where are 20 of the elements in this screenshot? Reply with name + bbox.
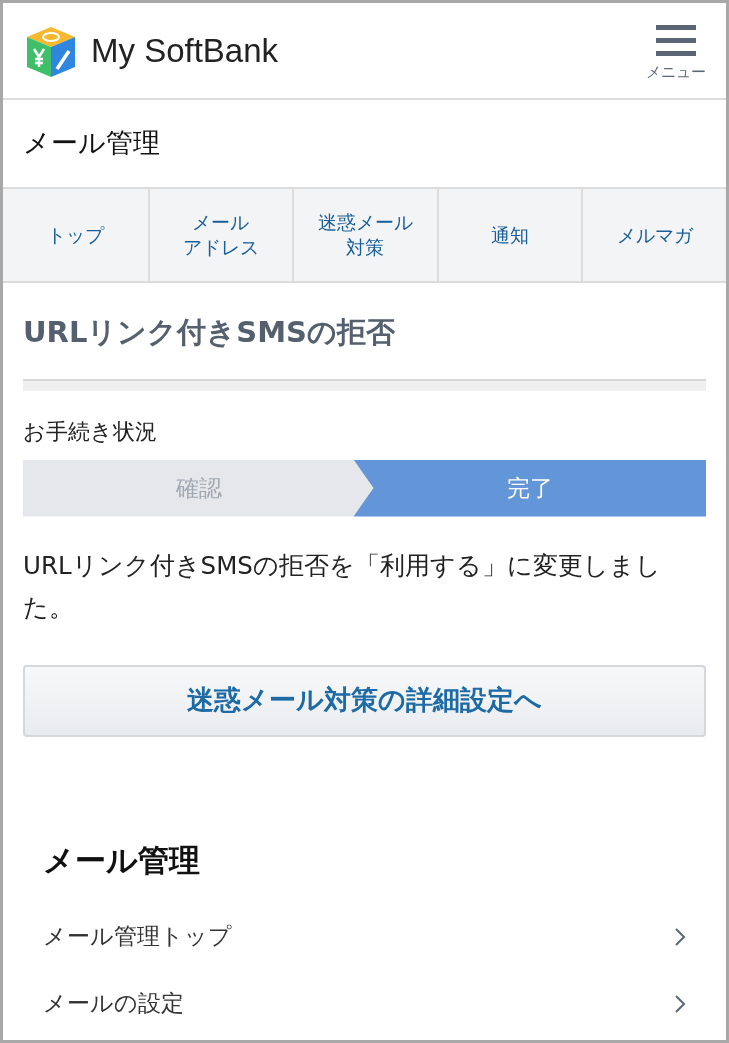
menu-button[interactable]: メニュー [646, 17, 706, 84]
menu-icon [656, 25, 696, 58]
progress-step: 完了 [353, 459, 706, 517]
nav-tab[interactable]: メール アドレス [147, 189, 293, 281]
page-title: メール管理 [23, 126, 160, 161]
spam-settings-button[interactable]: 迷惑メール対策の詳細設定へ [23, 664, 706, 737]
nav-tab[interactable]: トップ [3, 189, 148, 281]
progress-step: 確認 [23, 459, 376, 517]
nav-tab[interactable]: メルマガ [581, 189, 726, 281]
chevron-right-icon [674, 926, 686, 947]
section-heading: URLリンク付きSMSの拒否 [23, 314, 396, 351]
section-title: メール管理 [43, 840, 201, 880]
brand-name: My SoftBank [91, 30, 279, 71]
chevron-right-icon [674, 993, 686, 1014]
nav-tab[interactable]: 迷惑メール 対策 [292, 189, 437, 281]
menu-link[interactable]: メール管理トップ [43, 903, 686, 970]
menu-link[interactable]: メールの設定 [43, 970, 686, 1037]
result-message: URLリンク付きSMSの拒否を「利用する」に変更しました。 [23, 549, 662, 624]
nav-tab[interactable]: 通知 [436, 189, 582, 281]
status-label: お手続き状況 [23, 417, 158, 446]
